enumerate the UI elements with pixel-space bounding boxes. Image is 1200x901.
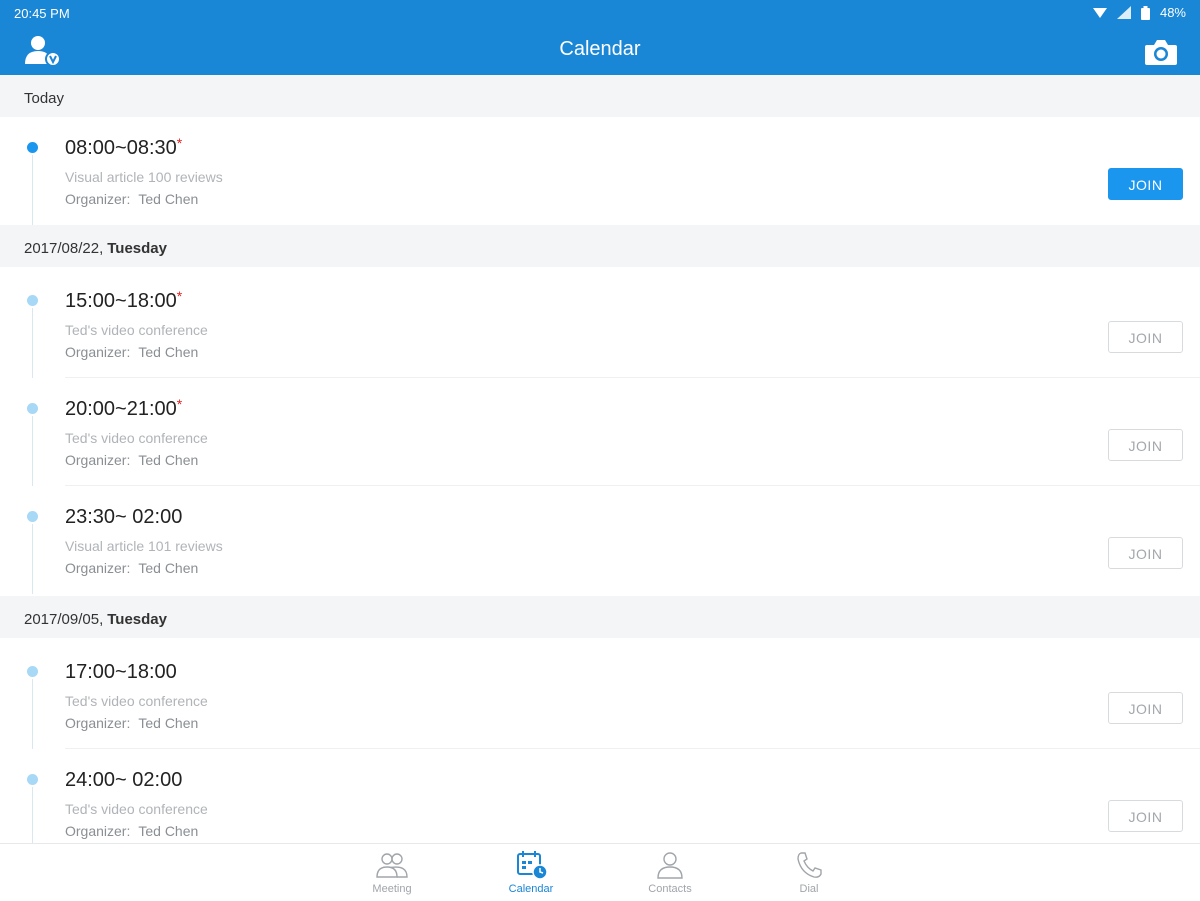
meeting-list[interactable]: Today 08:00~08:30* Visual article 100 re… bbox=[0, 75, 1200, 843]
timeline-dot bbox=[27, 295, 38, 306]
nav-label: Meeting bbox=[372, 883, 412, 895]
meeting-organizer: Organizer: Ted Chen bbox=[65, 452, 199, 468]
required-marker: * bbox=[176, 396, 183, 412]
wifi-icon bbox=[1092, 7, 1107, 18]
nav-item-dial[interactable]: Dial bbox=[769, 850, 849, 895]
section-weekday: Tuesday bbox=[107, 611, 167, 628]
timeline-dot bbox=[27, 142, 38, 153]
meeting-item[interactable]: 24:00~ 02:00 Ted's video conference Orga… bbox=[0, 749, 1200, 843]
meeting-time: 17:00~18:00 bbox=[65, 661, 177, 683]
meeting-organizer: Organizer: Ted Chen bbox=[65, 560, 199, 576]
meeting-time: 23:30~ 02:00 bbox=[65, 506, 183, 528]
timeline-dot bbox=[27, 774, 38, 785]
meeting-item[interactable]: 08:00~08:30* Visual article 100 reviews … bbox=[0, 117, 1200, 225]
timeline-dot bbox=[27, 403, 38, 414]
signal-icon bbox=[1116, 6, 1131, 19]
nav-label: Calendar bbox=[508, 883, 554, 895]
required-marker: * bbox=[176, 135, 183, 151]
required-marker: * bbox=[176, 288, 183, 304]
timeline-line bbox=[32, 524, 33, 594]
status-bar: 20:45 PM 48% bbox=[0, 0, 1200, 28]
meeting-time: 08:00~08:30* bbox=[65, 135, 183, 159]
meeting-item[interactable]: 17:00~18:00 Ted's video conference Organ… bbox=[0, 641, 1200, 749]
meeting-subject: Ted's video conference bbox=[65, 693, 208, 709]
meeting-time: 15:00~18:00* bbox=[65, 288, 183, 312]
timeline-line bbox=[32, 416, 33, 486]
join-button[interactable]: JOIN bbox=[1108, 800, 1183, 832]
people-icon bbox=[376, 853, 408, 878]
meeting-item[interactable]: 15:00~18:00* Ted's video conference Orga… bbox=[0, 270, 1200, 378]
page-title: Calendar bbox=[559, 38, 641, 60]
timeline-dot bbox=[27, 511, 38, 522]
meeting-subject: Ted's video conference bbox=[65, 430, 208, 446]
join-button[interactable]: JOIN bbox=[1108, 321, 1183, 353]
timeline-line bbox=[32, 787, 33, 843]
join-button[interactable]: JOIN bbox=[1108, 429, 1183, 461]
app-bar: Calendar bbox=[0, 28, 1200, 75]
timeline-line bbox=[32, 155, 33, 225]
section-date: 2017/09/05, bbox=[24, 611, 104, 628]
nav-item-meeting[interactable]: Meeting bbox=[352, 850, 432, 895]
bottom-nav: Meeting Calendar Contacts Dial bbox=[0, 843, 1200, 901]
meeting-time: 20:00~21:00* bbox=[65, 396, 183, 420]
section-header-2017-09-05: 2017/09/05, Tuesday bbox=[0, 596, 1200, 638]
nav-label: Contacts bbox=[648, 883, 692, 895]
meeting-subject: Visual article 100 reviews bbox=[65, 169, 223, 185]
meeting-item[interactable]: 23:30~ 02:00 Visual article 101 reviews … bbox=[0, 486, 1200, 594]
join-button[interactable]: JOIN bbox=[1108, 692, 1183, 724]
section-header-2017-08-22: 2017/08/22, Tuesday bbox=[0, 225, 1200, 267]
meeting-item[interactable]: 20:00~21:00* Ted's video conference Orga… bbox=[0, 378, 1200, 486]
timeline-dot bbox=[27, 666, 38, 677]
battery-percent: 48% bbox=[1159, 5, 1186, 20]
status-indicators: 48% bbox=[1092, 5, 1186, 20]
meeting-organizer: Organizer: Ted Chen bbox=[65, 823, 199, 839]
timeline-line bbox=[32, 679, 33, 749]
section-header-today: Today bbox=[0, 75, 1200, 117]
timeline-line bbox=[32, 308, 33, 378]
battery-icon bbox=[1140, 5, 1150, 20]
section-date: Today bbox=[24, 90, 65, 107]
join-button[interactable]: JOIN bbox=[1108, 537, 1183, 569]
meeting-organizer: Organizer: Ted Chen bbox=[65, 191, 199, 207]
nav-item-calendar[interactable]: Calendar bbox=[491, 850, 571, 895]
section-weekday: Tuesday bbox=[107, 240, 167, 257]
meeting-subject: Visual article 101 reviews bbox=[65, 538, 223, 554]
calendar-clock-icon bbox=[517, 851, 548, 880]
nav-item-contacts[interactable]: Contacts bbox=[630, 850, 710, 895]
status-time: 20:45 PM bbox=[14, 6, 70, 21]
join-button[interactable]: JOIN bbox=[1108, 168, 1183, 200]
nav-label: Dial bbox=[799, 883, 819, 895]
phone-icon bbox=[797, 852, 822, 878]
meeting-organizer: Organizer: Ted Chen bbox=[65, 344, 199, 360]
camera-icon[interactable] bbox=[1144, 38, 1178, 66]
section-date: 2017/08/22, bbox=[24, 240, 104, 257]
meeting-organizer: Organizer: Ted Chen bbox=[65, 715, 199, 731]
person-icon bbox=[657, 852, 683, 879]
meeting-time: 24:00~ 02:00 bbox=[65, 769, 183, 791]
meeting-subject: Ted's video conference bbox=[65, 801, 208, 817]
meeting-subject: Ted's video conference bbox=[65, 322, 208, 338]
